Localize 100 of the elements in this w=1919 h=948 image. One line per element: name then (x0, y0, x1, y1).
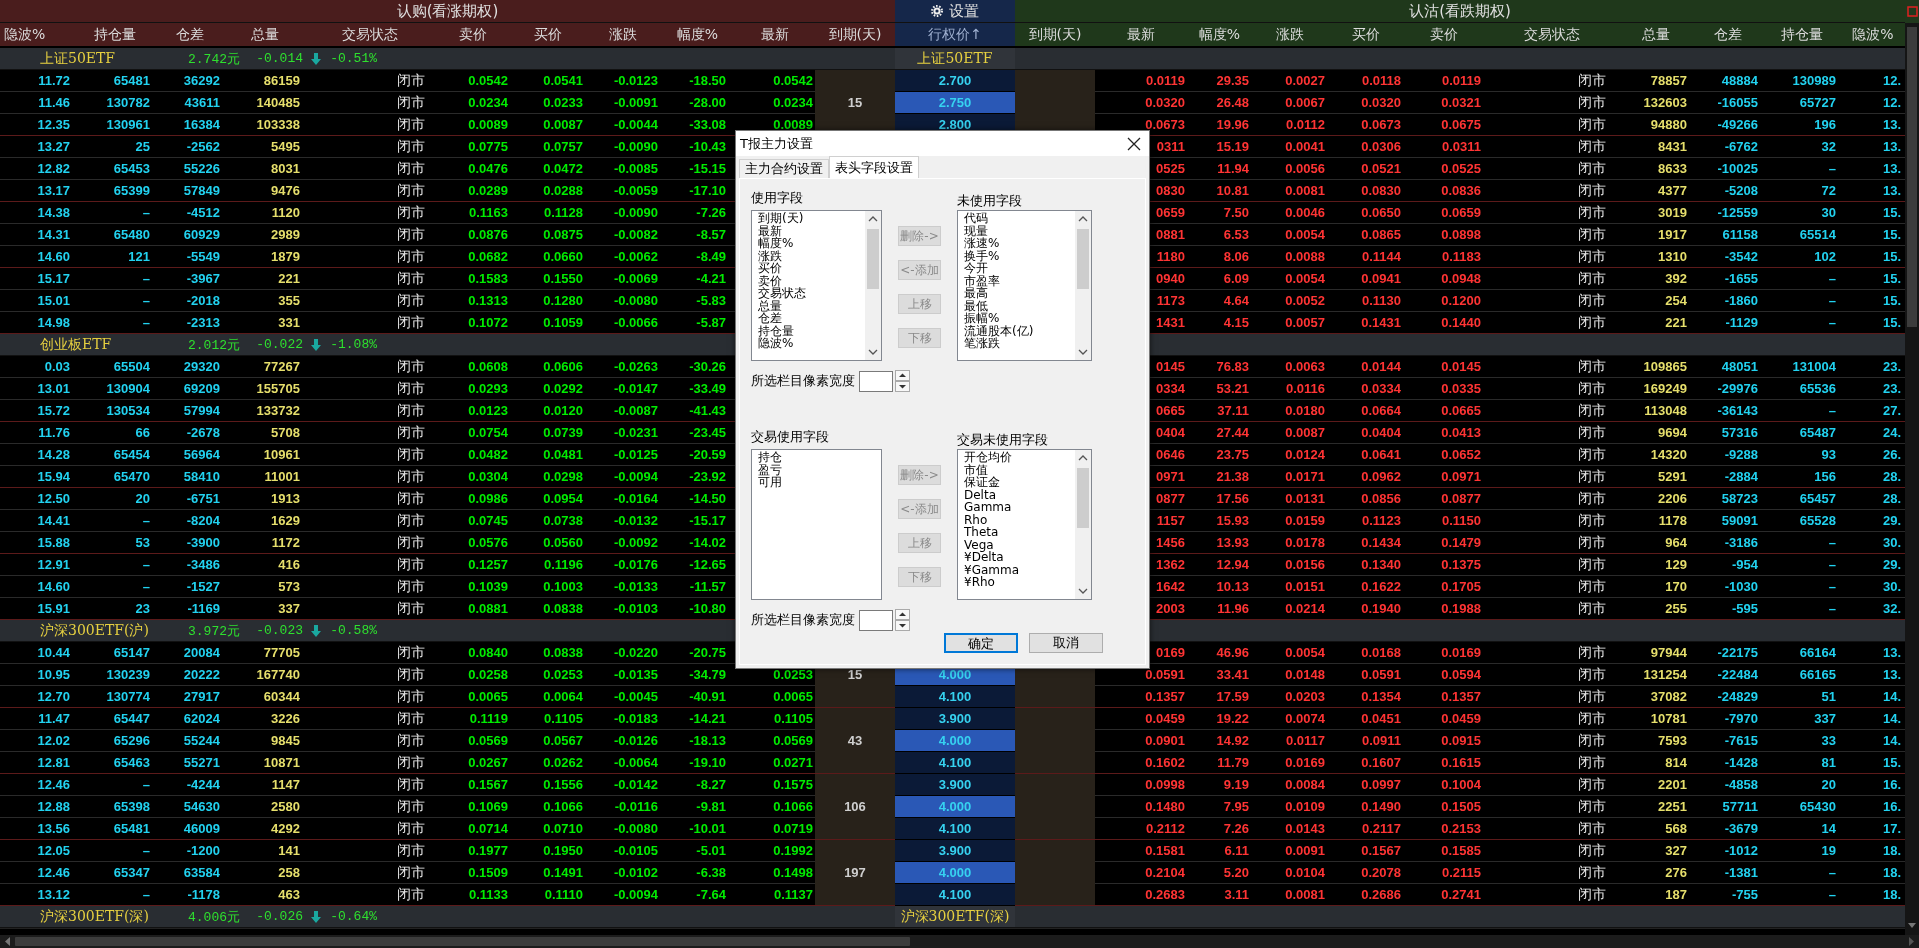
spin-button[interactable] (895, 370, 910, 392)
list-item[interactable]: 盈亏 (758, 463, 782, 476)
table-cell: -0.0085 (585, 158, 660, 180)
table-cell: 36292 (155, 70, 225, 92)
table-cell: 66164 (1763, 642, 1841, 664)
column-header[interactable]: 仓差 (155, 23, 225, 46)
list-box[interactable]: 开仓均价 市值 保证金 Delta Gamma Rho Theta Vega ¥Delta ¥Gamma ¥Rho (957, 449, 1092, 600)
column-header[interactable]: 隐波% (1841, 23, 1905, 46)
list-item[interactable]: 市值 (964, 463, 988, 476)
column-header[interactable]: 总量 (1620, 23, 1692, 46)
scrollbar[interactable] (1905, 23, 1919, 935)
column-header[interactable]: 买价 (510, 23, 585, 46)
table-cell: 133732 (225, 400, 305, 422)
list-item[interactable]: Rho (964, 513, 988, 526)
list-item[interactable]: 幅度% (758, 237, 794, 250)
list-item[interactable]: 今开 (964, 262, 988, 275)
table-cell: 7593 (1620, 730, 1692, 752)
dialog-button[interactable]: 取消 (1029, 633, 1103, 653)
table-cell: 8431 (1620, 136, 1692, 158)
column-header[interactable]: 仓差 (1692, 23, 1763, 46)
column-header[interactable]: 持仓量 (75, 23, 155, 46)
column-header[interactable]: 持仓量 (1763, 23, 1841, 46)
table-cell: 0.0962 (1328, 466, 1404, 488)
table-cell: 65457 (1763, 488, 1841, 510)
settings-button[interactable]: 设置 (895, 0, 1015, 22)
column-header[interactable]: 幅度% (1187, 23, 1252, 46)
table-cell: -1860 (1692, 290, 1763, 312)
table-cell: 闭市 (305, 444, 435, 466)
scrollbar[interactable] (1075, 211, 1091, 360)
list-item[interactable]: Vega (964, 538, 994, 551)
list-item[interactable]: 持仓 (758, 451, 782, 464)
list-item[interactable]: 保证金 (964, 476, 1000, 489)
table-cell: 65481 (75, 818, 155, 840)
list-item[interactable]: 买价 (758, 262, 782, 275)
list-item[interactable]: 振幅% (964, 312, 1000, 325)
list-item[interactable]: Theta (964, 526, 999, 539)
list-item[interactable]: ¥Delta (964, 551, 1004, 564)
column-header[interactable]: 到期(天) (1015, 23, 1095, 46)
table-cell: 闭市 (1484, 378, 1620, 400)
list-item[interactable]: 代码 (964, 212, 988, 225)
scrollbar[interactable] (865, 211, 881, 360)
width-field[interactable] (859, 370, 893, 392)
column-header[interactable]: 交易状态 (1484, 23, 1620, 46)
list-item[interactable]: 开仓均价 (964, 451, 1012, 464)
list-item[interactable]: 涨速% (964, 237, 1000, 250)
square-icon[interactable] (1906, 6, 1918, 17)
table-cell: 0.0652 (1404, 444, 1484, 466)
column-header[interactable]: 买价 (1328, 23, 1404, 46)
list-item[interactable]: 现量 (964, 224, 988, 237)
list-box[interactable]: 到期(天) 最新 幅度% 涨跌 买价 卖价 交易状态 总量 仓差 持仓量 隐波% (751, 210, 882, 361)
table-cell: 12.50 (0, 488, 75, 510)
column-header[interactable]: 隐波% (0, 23, 75, 46)
list-item[interactable]: 最高 (964, 287, 988, 300)
list-item[interactable]: ¥Gamma (964, 563, 1020, 576)
tab[interactable]: 主力合约设置 (739, 159, 829, 178)
table-cell: 9.19 (1187, 774, 1252, 796)
column-header[interactable]: 总量 (225, 23, 305, 46)
list-item[interactable]: 市盈率 (964, 274, 1000, 287)
column-header[interactable]: 幅度% (660, 23, 735, 46)
list-item[interactable]: 流通股本(亿) (964, 324, 1034, 337)
list-item[interactable]: 涨跌 (758, 249, 782, 262)
list-item[interactable]: 可用 (758, 476, 782, 489)
list-item[interactable]: ¥Rho (964, 576, 995, 589)
table-cell: -0.0133 (585, 576, 660, 598)
scrollbar[interactable] (1075, 450, 1091, 599)
scrollbar[interactable] (0, 935, 1919, 948)
spin-button[interactable] (895, 609, 910, 631)
column-header[interactable]: 涨跌 (1252, 23, 1328, 46)
table-cell: 66165 (1763, 664, 1841, 686)
table-cell: 闭市 (305, 246, 435, 268)
list-item[interactable]: Delta (964, 488, 996, 501)
column-header[interactable]: 卖价 (435, 23, 510, 46)
list-item[interactable]: 总量 (758, 299, 782, 312)
column-header[interactable]: 行权价↑ (895, 23, 1015, 46)
table-cell: -6751 (155, 488, 225, 510)
list-item[interactable]: 仓差 (758, 312, 782, 325)
list-item[interactable]: 隐波% (758, 337, 794, 350)
table-cell: – (75, 554, 155, 576)
width-field[interactable] (859, 609, 893, 631)
list-item[interactable]: 最低 (964, 299, 988, 312)
table-cell: 32 (1763, 136, 1841, 158)
list-box[interactable]: 持仓 盈亏 可用 (751, 449, 882, 600)
list-item[interactable]: 交易状态 (758, 287, 806, 300)
table-cell: 1917 (1620, 224, 1692, 246)
list-item[interactable]: 卖价 (758, 274, 782, 287)
list-item[interactable]: 到期(天) (758, 212, 804, 225)
column-header[interactable]: 到期(天) (815, 23, 895, 46)
list-item[interactable]: 持仓量 (758, 324, 794, 337)
list-box[interactable]: 代码 现量 涨速% 换手% 今开 市盈率 最高 最低 振幅% 流通股本(亿) 笔涨跌 (957, 210, 1092, 361)
column-header[interactable]: 最新 (1095, 23, 1187, 46)
column-header[interactable]: 最新 (735, 23, 815, 46)
column-header[interactable]: 交易状态 (305, 23, 435, 46)
list-item[interactable]: Gamma (964, 501, 1012, 514)
column-header[interactable]: 涨跌 (585, 23, 660, 46)
list-item[interactable]: 笔涨跌 (964, 337, 1000, 350)
column-header[interactable]: 卖价 (1404, 23, 1484, 46)
list-item[interactable]: 最新 (758, 224, 782, 237)
list-item[interactable]: 换手% (964, 249, 1000, 262)
dialog-button[interactable]: 确定 (944, 633, 1018, 653)
tab[interactable]: 表头字段设置 (829, 156, 919, 178)
